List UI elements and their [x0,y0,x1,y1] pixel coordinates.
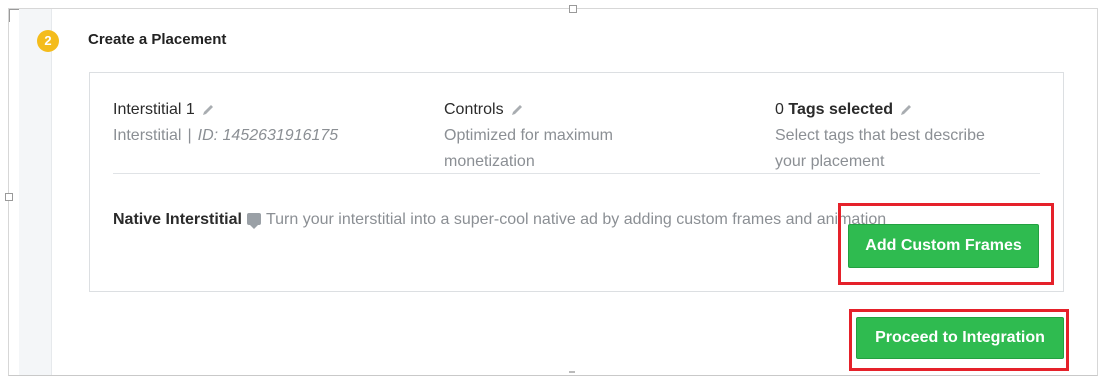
section-title: Create a Placement [88,31,227,48]
edit-pencil-icon[interactable] [510,103,524,117]
tags-description-line-1: Select tags that best describe [775,127,985,144]
resize-handle-top[interactable] [569,5,577,13]
resize-handle-left[interactable] [5,193,13,201]
placement-id: ID: 1452631916175 [197,127,339,144]
placement-name: Interstitial 1 [113,101,195,118]
step-number-badge: 2 [37,30,59,52]
editor-frame: 2 Create a Placement Interstitial 1 Inte… [5,5,1098,376]
native-interstitial-label: Native Interstitial [113,211,242,228]
tags-description-line-2: your placement [775,153,885,170]
placement-type: Interstitial [113,127,182,144]
controls-description-line-1: Optimized for maximum [444,127,613,144]
controls-column: Controls Optimized for maximum monetizat… [444,101,714,175]
left-gutter [19,9,52,375]
comment-info-icon [246,213,261,229]
edit-pencil-icon[interactable] [201,103,215,117]
edit-pencil-icon[interactable] [899,103,913,117]
proceed-to-integration-button[interactable]: Proceed to Integration [856,317,1064,359]
tags-title: Tags selected [788,101,893,118]
add-custom-frames-button[interactable]: Add Custom Frames [848,224,1039,268]
native-interstitial-description: Turn your interstitial into a super-cool… [265,211,887,228]
controls-description-line-2: monetization [444,153,535,170]
separator: | [187,127,192,144]
controls-title: Controls [444,101,504,118]
panel-divider [113,173,1040,174]
resize-handle-bottom[interactable] [569,371,575,373]
placement-name-column: Interstitial 1 Interstitial | ID: 14526319… [113,101,383,149]
native-interstitial-row: Native Interstitial Turn your interstitia… [113,211,886,229]
tags-count: 0 [775,101,784,118]
tags-column: 0 Tags selected Select tags that best de… [775,101,1035,175]
